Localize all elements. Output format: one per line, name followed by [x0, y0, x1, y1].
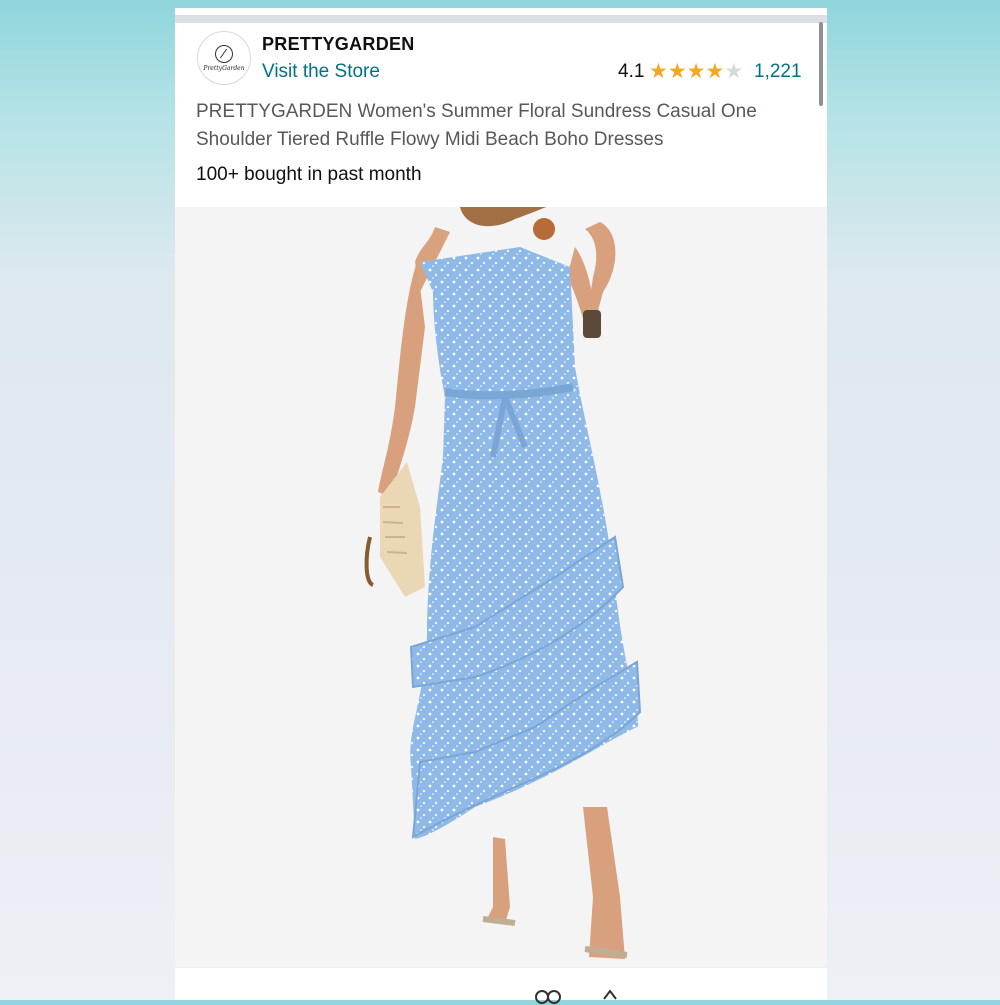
scrollbar[interactable]: [819, 22, 823, 106]
star-icon: ★: [667, 60, 687, 83]
rating-value[interactable]: 4.1: [618, 61, 644, 83]
top-divider: [175, 15, 827, 23]
star-rating-icon[interactable]: ★★★★★: [649, 59, 743, 84]
product-card: PrettyGarden PRETTYGARDEN Visit the Stor…: [175, 8, 827, 1000]
store-logo[interactable]: PrettyGarden: [197, 31, 251, 85]
star-icon: ★: [705, 60, 725, 83]
review-count-link[interactable]: 1,221: [754, 61, 802, 83]
star-empty-icon: ★: [724, 60, 744, 83]
product-image[interactable]: [175, 207, 827, 967]
star-icon: ★: [686, 60, 706, 83]
logo-text: PrettyGarden: [203, 64, 245, 72]
more-icon[interactable]: [600, 985, 620, 1005]
dress-photo: [175, 207, 827, 967]
bought-badge: 100+ bought in past month: [196, 164, 422, 185]
bottom-action-strip: [175, 967, 827, 1000]
visit-store-link[interactable]: Visit the Store: [262, 61, 380, 83]
star-icon: ★: [649, 60, 668, 83]
product-title: PRETTYGARDEN Women's Summer Floral Sundr…: [196, 101, 757, 150]
share-icon[interactable]: [530, 985, 570, 1005]
store-brand-name: PRETTYGARDEN: [262, 34, 415, 54]
logo-mark-icon: [215, 44, 233, 63]
